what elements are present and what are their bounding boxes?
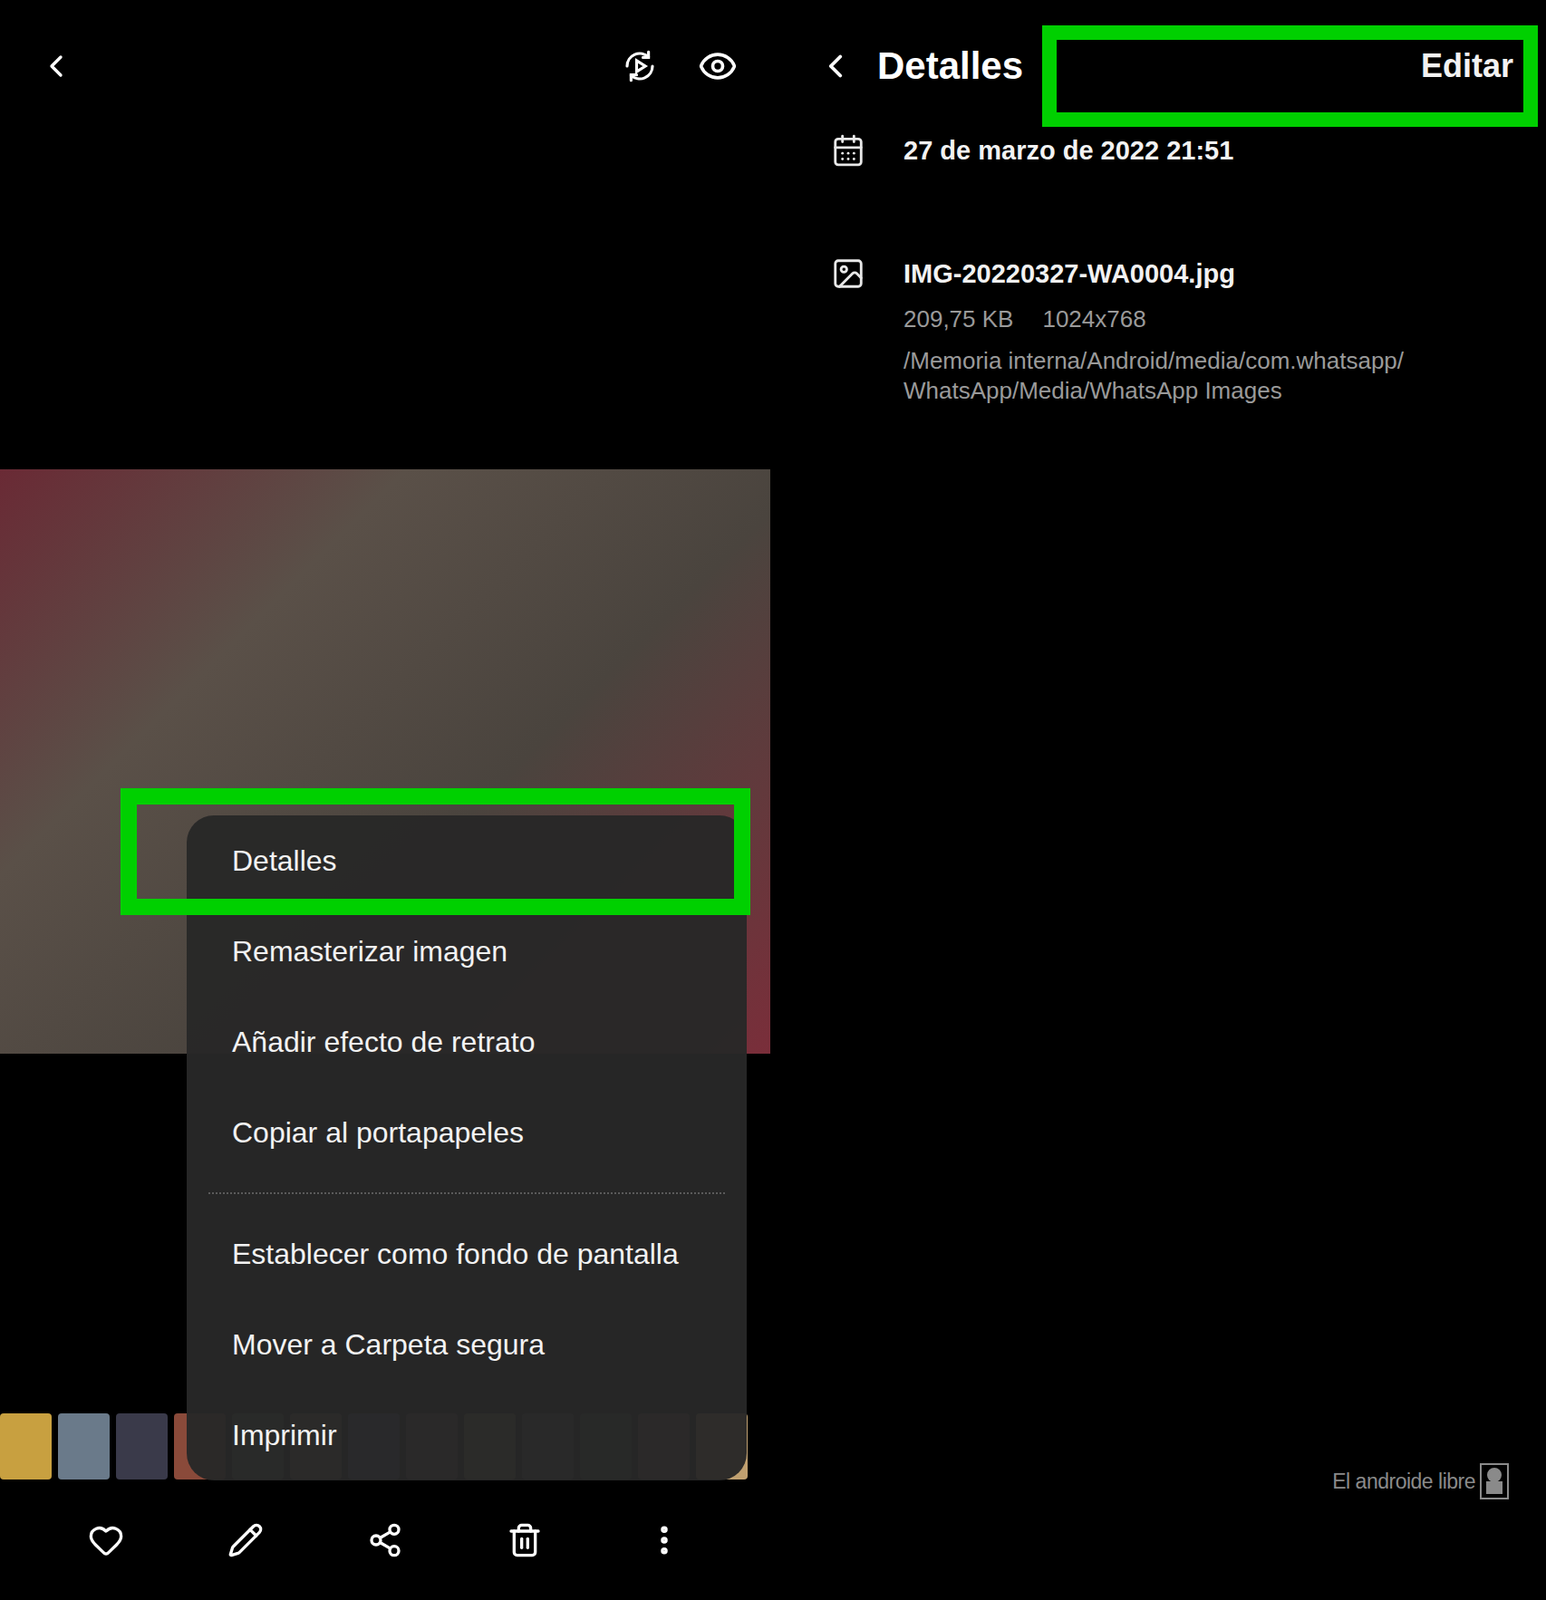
date-text: 27 de marzo de 2022 21:51 [903, 132, 1234, 169]
watermark: El androide libre [1332, 1462, 1510, 1501]
back-icon[interactable] [38, 48, 75, 85]
highlight-box [1042, 25, 1538, 127]
file-name: IMG-20220327-WA0004.jpg [903, 255, 1404, 292]
motion-photo-icon[interactable] [620, 47, 659, 86]
back-icon[interactable] [816, 47, 855, 86]
share-icon[interactable] [367, 1522, 404, 1559]
edit-button[interactable]: Editar [1420, 39, 1514, 93]
details-screen: Detalles Editar 27 de marzo de 2022 21:51 I… [770, 0, 1546, 1600]
pencil-icon[interactable] [227, 1522, 264, 1559]
image-icon [830, 256, 866, 291]
menu-item[interactable]: Establecer como fondo de pantalla [186, 1208, 747, 1300]
details-header: Detalles Editar [770, 0, 1546, 133]
menu-item[interactable]: Remasterizar imagen [186, 906, 747, 997]
back-button[interactable] [813, 44, 858, 88]
date-row: 27 de marzo de 2022 21:51 [770, 132, 1546, 169]
file-row: IMG-20220327-WA0004.jpg 209,75 KB 1024x768… [770, 255, 1546, 406]
android-logo-icon [1478, 1462, 1510, 1501]
menu-item[interactable]: Detalles [186, 815, 747, 907]
thumbnail[interactable] [57, 1413, 110, 1480]
menu-item[interactable]: Mover a Carpeta segura [186, 1299, 747, 1391]
more-icon[interactable] [646, 1522, 683, 1559]
file-size: 209,75 KB [903, 305, 1014, 334]
file-meta: 209,75 KB 1024x768 [903, 305, 1404, 334]
eye-icon[interactable] [697, 46, 738, 87]
bottom-bar [0, 1479, 771, 1600]
menu-item[interactable]: Añadir efecto de retrato [186, 996, 747, 1088]
path-line: WhatsApp/Media/WhatsApp Images [903, 376, 1404, 406]
thumbnail[interactable] [115, 1413, 168, 1480]
thumbnail[interactable] [0, 1413, 52, 1480]
menu-divider [208, 1192, 725, 1195]
calendar-icon [830, 133, 866, 168]
back-button[interactable] [34, 44, 78, 88]
file-path: /Memoria interna/Android/media/com.whats… [903, 346, 1404, 406]
top-bar [0, 0, 771, 133]
path-line: /Memoria interna/Android/media/com.whats… [903, 346, 1404, 377]
trash-icon[interactable] [506, 1522, 543, 1559]
screen: DetallesRemasterizar imagenAñadir efecto… [0, 0, 1546, 1600]
file-resolution: 1024x768 [1042, 305, 1146, 334]
motion-button[interactable] [618, 44, 662, 88]
context-menu: DetallesRemasterizar imagenAñadir efecto… [186, 815, 747, 1481]
gallery-viewer: DetallesRemasterizar imagenAñadir efecto… [0, 0, 771, 1600]
details-title: Detalles [877, 44, 1024, 88]
menu-item[interactable]: Imprimir [186, 1390, 747, 1481]
menu-item[interactable]: Copiar al portapapeles [186, 1087, 747, 1179]
view-button[interactable] [695, 44, 740, 88]
heart-icon[interactable] [87, 1522, 125, 1559]
